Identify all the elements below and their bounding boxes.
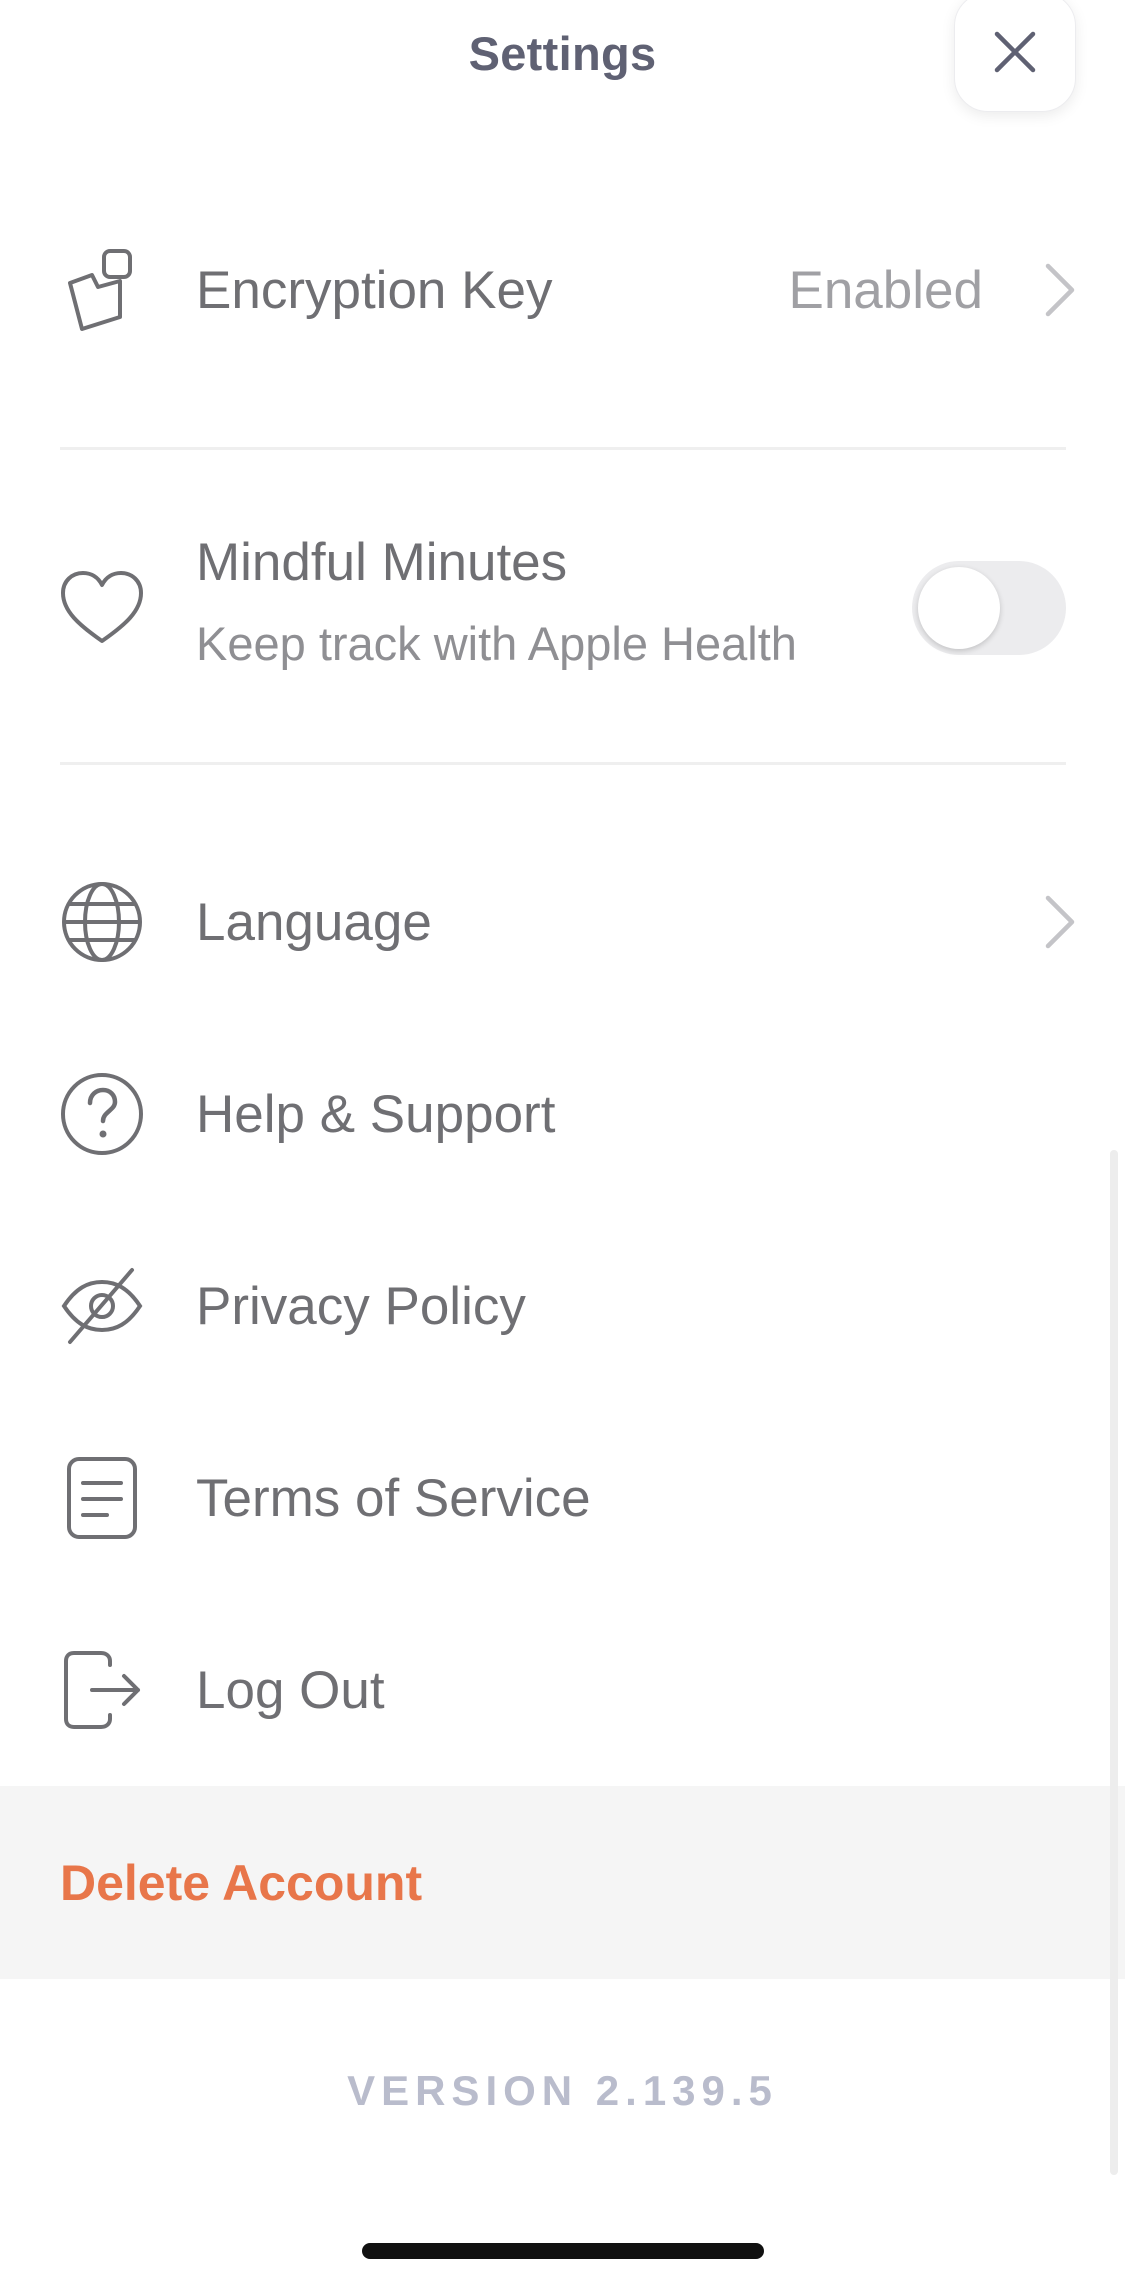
document-icon: [58, 1454, 146, 1542]
question-circle-icon: [58, 1070, 146, 1158]
encryption-key-label: Encryption Key: [196, 261, 553, 320]
app-version: VERSION 2.139.5: [347, 2067, 778, 2114]
language-label: Language: [196, 893, 432, 952]
mindful-minutes-toggle[interactable]: [912, 561, 1066, 655]
log-out-row[interactable]: Log Out: [0, 1630, 1125, 1750]
globe-icon: [58, 878, 146, 966]
terms-of-service-row[interactable]: Terms of Service: [0, 1438, 1125, 1558]
close-button[interactable]: [954, 0, 1076, 112]
divider: [60, 447, 1066, 450]
heart-icon: [58, 564, 146, 652]
terms-of-service-label: Terms of Service: [196, 1469, 591, 1528]
help-support-label: Help & Support: [196, 1085, 556, 1144]
privacy-policy-row[interactable]: Privacy Policy: [0, 1246, 1125, 1366]
privacy-policy-label: Privacy Policy: [196, 1277, 526, 1336]
mindful-minutes-sublabel: Keep track with Apple Health: [196, 617, 797, 670]
toggle-knob: [918, 567, 1000, 649]
close-icon: [994, 31, 1036, 73]
header: Settings: [0, 0, 1125, 112]
delete-account-label[interactable]: Delete Account: [60, 1854, 422, 1912]
chevron-right-icon: [1045, 895, 1075, 949]
encryption-key-status: Enabled: [788, 261, 983, 320]
mindful-minutes-label: Mindful Minutes: [196, 533, 568, 592]
key-icon: [58, 246, 146, 334]
scrollbar[interactable]: [1110, 1150, 1118, 2175]
logout-icon: [58, 1646, 146, 1734]
log-out-label: Log Out: [196, 1661, 385, 1720]
encryption-key-row[interactable]: Encryption Key Enabled: [0, 230, 1125, 350]
divider: [60, 762, 1066, 765]
language-row[interactable]: Language: [0, 862, 1125, 982]
eye-off-icon: [58, 1262, 146, 1350]
home-indicator: [362, 2243, 764, 2259]
help-support-row[interactable]: Help & Support: [0, 1054, 1125, 1174]
chevron-right-icon: [1045, 263, 1075, 317]
